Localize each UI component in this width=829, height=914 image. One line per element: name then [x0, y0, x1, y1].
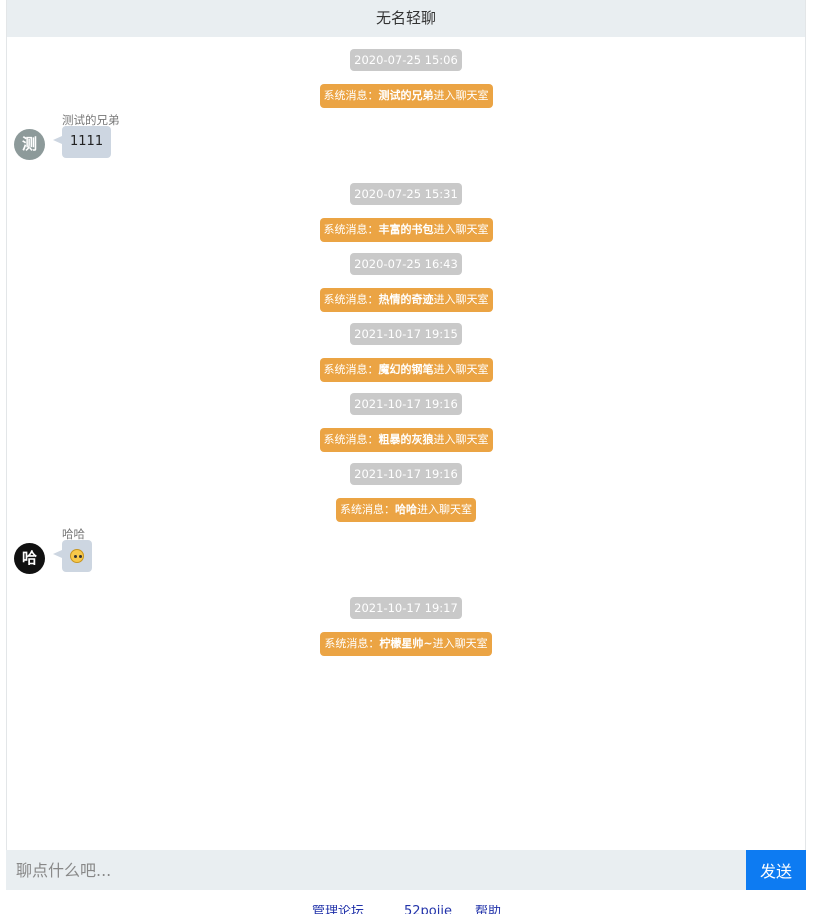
system-prefix: 系统消息： [323, 293, 379, 306]
system-suffix: 进入聊天室 [417, 503, 472, 516]
timestamp: 2021-10-17 19:16 [350, 463, 462, 485]
message-composer: 发送 [6, 850, 806, 890]
system-message-row: 系统消息：哈哈进入聊天室 [7, 498, 805, 522]
timestamp: 2021-10-17 19:17 [350, 597, 462, 619]
timestamp-row: 2020-07-25 15:31 [7, 183, 805, 205]
page-title: 无名轻聊 [375, 9, 436, 27]
system-message: 系统消息：柠檬星帅~进入聊天室 [320, 632, 492, 656]
system-user-name: 热情的奇迹 [378, 293, 434, 306]
chat-message: 哈 哈哈 [7, 527, 307, 603]
timestamp-row: 2021-10-17 19:15 [7, 323, 805, 345]
system-message: 系统消息：丰富的书包进入聊天室 [319, 218, 493, 242]
message-input[interactable] [6, 850, 744, 890]
system-prefix: 系统消息： [323, 89, 379, 102]
system-suffix: 进入聊天室 [433, 433, 489, 446]
system-prefix: 系统消息： [340, 503, 395, 516]
system-user-name: 粗暴的灰狼 [378, 433, 434, 446]
system-message: 系统消息：哈哈进入聊天室 [336, 498, 476, 522]
flushed-face-emoji-icon [70, 548, 84, 563]
message-bubble: 1111 [52, 126, 112, 158]
system-prefix: 系统消息： [323, 363, 379, 376]
timestamp: 2021-10-17 19:16 [350, 393, 462, 415]
system-suffix: 进入聊天室 [432, 637, 488, 650]
timestamp: 2020-07-25 15:31 [350, 183, 462, 205]
timestamp-row: 2021-10-17 19:16 [7, 393, 805, 415]
avatar[interactable]: 测 [14, 129, 45, 160]
chat-window: 无名轻聊 2020-07-25 15:06 系统消息：测试的兄弟进入聊天室 测 … [6, 0, 806, 890]
timestamp-row: 2020-07-25 15:06 [7, 49, 805, 71]
system-message-row: 系统消息：热情的奇迹进入聊天室 [7, 288, 805, 312]
system-user-name: 魔幻的钢笔 [378, 363, 434, 376]
system-suffix: 进入聊天室 [433, 293, 489, 306]
footer-link-52pojie[interactable]: 52pojie [404, 905, 452, 914]
system-prefix: 系统消息： [324, 637, 380, 650]
chat-header: 无名轻聊 [7, 0, 805, 37]
message-list[interactable]: 2020-07-25 15:06 系统消息：测试的兄弟进入聊天室 测 测试的兄弟… [7, 37, 805, 850]
chat-message: 测 测试的兄弟 1111 [7, 113, 307, 189]
timestamp-row: 2020-07-25 16:43 [7, 253, 805, 275]
message-bubble [53, 540, 92, 572]
system-message: 系统消息：测试的兄弟进入聊天室 [319, 84, 493, 108]
message-text: 1111 [70, 134, 104, 149]
system-suffix: 进入聊天室 [433, 363, 489, 376]
send-button[interactable]: 发送 [746, 850, 806, 890]
system-user-name: 丰富的书包 [378, 223, 434, 236]
system-suffix: 进入聊天室 [433, 89, 489, 102]
system-prefix: 系统消息： [323, 433, 379, 446]
timestamp: 2021-10-17 19:15 [350, 323, 462, 345]
system-prefix: 系统消息： [323, 223, 379, 236]
timestamp: 2020-07-25 15:06 [350, 49, 462, 71]
system-user-name: 测试的兄弟 [378, 89, 434, 102]
footer-links: 管理论坛 52pojie 帮助 [0, 905, 829, 914]
avatar[interactable]: 哈 [14, 543, 45, 574]
system-message-row: 系统消息：粗暴的灰狼进入聊天室 [7, 428, 805, 452]
system-message-row: 系统消息：测试的兄弟进入聊天室 [7, 84, 805, 108]
system-message-row: 系统消息：丰富的书包进入聊天室 [7, 218, 805, 242]
system-message-row: 系统消息：魔幻的钢笔进入聊天室 [7, 358, 805, 382]
footer-link-forum[interactable]: 管理论坛 [312, 905, 364, 914]
system-message-row: 系统消息：柠檬星帅~进入聊天室 [7, 632, 805, 656]
footer-link-help[interactable]: 帮助 [475, 905, 501, 914]
timestamp-row: 2021-10-17 19:17 [7, 597, 805, 619]
timestamp-row: 2021-10-17 19:16 [7, 463, 805, 485]
timestamp: 2020-07-25 16:43 [350, 253, 462, 275]
system-user-name: 柠檬星帅~ [379, 637, 433, 650]
system-message: 系统消息：粗暴的灰狼进入聊天室 [319, 428, 493, 452]
system-user-name: 哈哈 [395, 503, 417, 516]
system-message: 系统消息：热情的奇迹进入聊天室 [319, 288, 493, 312]
system-message: 系统消息：魔幻的钢笔进入聊天室 [319, 358, 493, 382]
system-suffix: 进入聊天室 [433, 223, 489, 236]
